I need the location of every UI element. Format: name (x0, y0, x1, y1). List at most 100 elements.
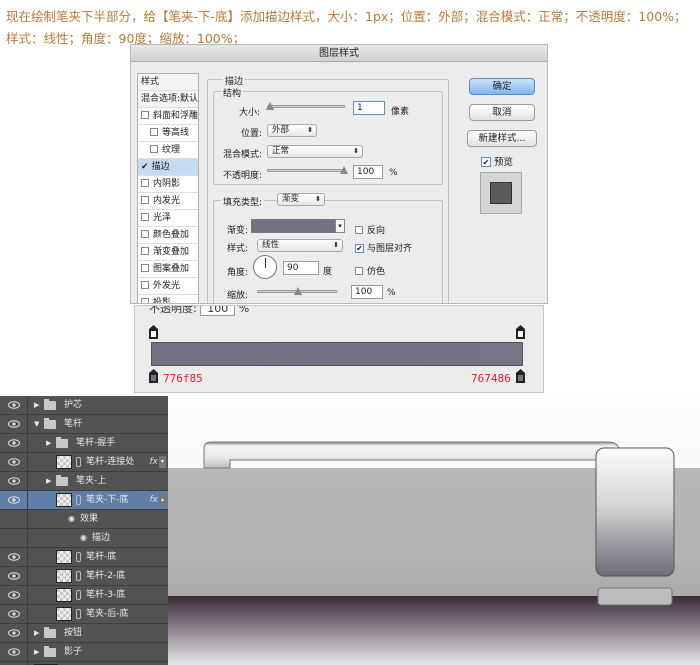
eye-icon[interactable] (0, 396, 28, 414)
new-style-button[interactable]: 新建样式... (467, 130, 537, 147)
expand-right-icon[interactable]: ▶ (34, 624, 39, 642)
checkmark-icon[interactable]: ✔ (141, 162, 149, 172)
checkbox-icon[interactable] (141, 230, 149, 238)
checkmark-icon[interactable]: ✔ (355, 244, 364, 253)
eye-icon[interactable] (0, 434, 28, 452)
eye-icon[interactable] (0, 415, 28, 433)
eye-icon[interactable] (0, 472, 28, 490)
layer-row[interactable]: 笔杆-连接处 fx ▾ (0, 453, 168, 472)
opacity-stop-left-icon[interactable] (149, 324, 158, 339)
opacity-stop-right-icon[interactable] (516, 324, 525, 339)
expand-right-icon[interactable]: ▶ (34, 396, 39, 414)
style-item-color-overlay[interactable]: 颜色叠加 (138, 227, 198, 244)
cancel-button[interactable]: 取消 (469, 104, 535, 121)
slider-knob-icon[interactable] (340, 166, 348, 174)
fx-icon[interactable]: fx (150, 453, 159, 471)
document-canvas (168, 396, 700, 665)
angle-input[interactable]: 90 (283, 261, 319, 275)
gradient-swatch[interactable] (251, 219, 343, 233)
layer-row[interactable]: ▼ 笔杆 (0, 415, 168, 434)
fx-icon[interactable]: fx (150, 491, 159, 509)
eye-icon[interactable] (0, 453, 28, 471)
opacity-slider[interactable] (267, 166, 348, 174)
mask-link-icon (76, 609, 81, 619)
style-item-gradient-overlay[interactable]: 渐变叠加 (138, 244, 198, 261)
styles-list-header[interactable]: 样式 (138, 74, 198, 91)
style-select[interactable]: 线性 ⬍ (257, 239, 343, 252)
position-select[interactable]: 外部 ⬍ (267, 124, 317, 137)
fx-toggle-icon[interactable]: ▴ (159, 494, 166, 506)
eye-icon[interactable] (0, 605, 28, 623)
style-item-satin[interactable]: 光泽 (138, 210, 198, 227)
style-item-contour[interactable]: 等高线 (138, 125, 198, 142)
fx-toggle-icon[interactable]: ▾ (159, 456, 166, 468)
layer-row[interactable]: 笔杆-3-底 (0, 586, 168, 605)
checkbox-icon[interactable] (141, 264, 149, 272)
checkbox-icon[interactable] (141, 196, 149, 204)
gradient-bar[interactable] (151, 342, 523, 366)
expand-down-icon[interactable]: ▼ (34, 415, 39, 433)
style-item-drop-shadow[interactable]: 投影 (138, 295, 198, 303)
checkbox-icon[interactable] (150, 128, 158, 136)
eye-icon[interactable] (0, 567, 28, 585)
angle-dial-icon[interactable] (253, 255, 277, 279)
layer-row[interactable]: 笔杆-底 (0, 548, 168, 567)
eye-icon[interactable] (0, 643, 28, 661)
scale-input[interactable]: 100 (351, 285, 383, 299)
checkmark-icon[interactable]: ✔ (481, 157, 491, 167)
blend-mode-select[interactable]: 正常 ⬍ (267, 145, 363, 158)
gradient-dropdown-button[interactable]: ▾ (335, 219, 345, 233)
checkbox-icon[interactable] (141, 298, 149, 303)
checkbox-icon[interactable] (141, 247, 149, 255)
layer-row[interactable]: ▶ 笔夹-上 (0, 472, 168, 491)
layer-row[interactable]: ◉ 描边 (0, 529, 168, 548)
style-item-pattern-overlay[interactable]: 图案叠加 (138, 261, 198, 278)
checkbox-icon[interactable] (355, 226, 363, 234)
layer-thumbnail (56, 588, 72, 602)
align-with-layer-checkbox[interactable]: ✔ 与图层对齐 (355, 241, 412, 254)
eye-icon[interactable] (0, 491, 28, 509)
expand-right-icon[interactable]: ▶ (46, 472, 51, 490)
layer-row[interactable]: 笔杆-2-底 (0, 567, 168, 586)
layer-row[interactable]: ▶ 影子 (0, 643, 168, 662)
size-input[interactable]: 1 (353, 101, 385, 115)
style-item-outer-glow[interactable]: 外发光 (138, 278, 198, 295)
layer-row[interactable]: ▶ 按钮 (0, 624, 168, 643)
fill-type-select[interactable]: 渐变 ⬍ (277, 193, 325, 206)
eye-icon[interactable] (0, 624, 28, 642)
size-slider[interactable] (266, 102, 345, 110)
checkbox-icon[interactable] (150, 145, 158, 153)
dither-checkbox[interactable]: 仿色 (355, 264, 385, 277)
color-stop-right-icon[interactable] (516, 368, 525, 383)
reverse-checkbox[interactable]: 反向 (355, 223, 385, 236)
slider-knob-icon[interactable] (294, 287, 302, 295)
expand-right-icon[interactable]: ▶ (34, 643, 39, 661)
layer-row[interactable]: ▶ 护芯 (0, 396, 168, 415)
partial-opacity-input[interactable]: 100 (200, 306, 236, 316)
eye-icon[interactable] (0, 548, 28, 566)
color-stop-left-icon[interactable] (149, 368, 158, 383)
checkbox-icon[interactable] (141, 111, 149, 119)
layer-row[interactable]: ◉ 效果 (0, 510, 168, 529)
style-item-stroke[interactable]: ✔ 描边 (138, 159, 198, 176)
checkbox-icon[interactable] (141, 213, 149, 221)
style-item-texture[interactable]: 纹理 (138, 142, 198, 159)
checkbox-icon[interactable] (355, 267, 363, 275)
scale-slider[interactable] (257, 287, 337, 295)
preview-checkbox[interactable]: ✔ 预览 (481, 154, 513, 168)
slider-knob-icon[interactable] (266, 102, 274, 110)
blend-options-item[interactable]: 混合选项:默认 (138, 91, 198, 108)
style-item-bevel[interactable]: 斜面和浮雕 (138, 108, 198, 125)
checkbox-icon[interactable] (141, 281, 149, 289)
layer-row[interactable]: 笔夹-下-底 fx ▴ (0, 491, 168, 510)
expand-right-icon[interactable]: ▶ (46, 434, 51, 452)
layer-row[interactable]: ▶ 笔杆-握手 (0, 434, 168, 453)
style-item-inner-glow[interactable]: 内发光 (138, 193, 198, 210)
opacity-input[interactable]: 100 (353, 165, 383, 179)
effect-visibility-slot (0, 529, 28, 547)
checkbox-icon[interactable] (141, 179, 149, 187)
layer-row[interactable]: 笔夹-后-底 (0, 605, 168, 624)
style-item-inner-shadow[interactable]: 内阴影 (138, 176, 198, 193)
eye-icon[interactable] (0, 586, 28, 604)
ok-button[interactable]: 确定 (469, 78, 535, 95)
